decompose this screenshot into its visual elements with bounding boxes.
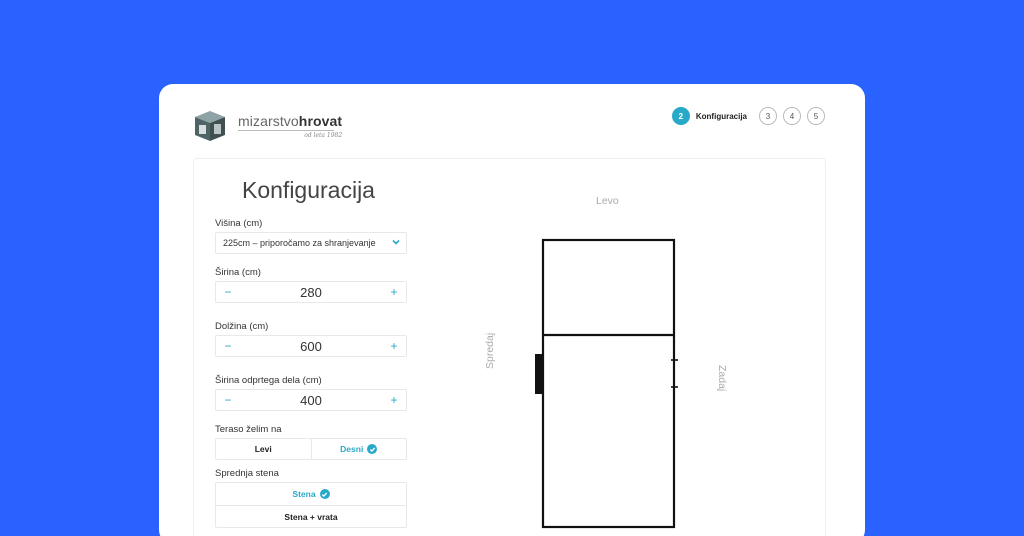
plan-outline [541, 238, 676, 529]
brand-logo[interactable]: mizarstvohrovat od leta 1982 [191, 106, 371, 146]
step-4[interactable]: 4 [783, 107, 801, 125]
brand-divider [238, 130, 334, 131]
brand-name-bold: hrovat [298, 113, 343, 129]
brand-name-light: mizarstvo [238, 113, 299, 129]
configurator-card: mizarstvohrovat od leta 1982 2 Konfigura… [159, 84, 865, 536]
plan-front-wall [535, 354, 543, 394]
configurator-panel: Konfiguracija Višina (cm) 225cm – pripor… [193, 158, 826, 536]
step-active-label: Konfiguracija [695, 111, 747, 121]
step-3[interactable]: 3 [759, 107, 777, 125]
floor-plan [535, 238, 678, 529]
brand-name: mizarstvohrovat [238, 113, 342, 129]
step-5[interactable]: 5 [807, 107, 825, 125]
logo-icon [191, 109, 229, 143]
brand-tagline: od leta 1982 [304, 132, 343, 139]
step-indicator: 2 Konfiguracija 3 4 5 [671, 107, 825, 125]
step-active[interactable]: 2 [671, 107, 690, 125]
